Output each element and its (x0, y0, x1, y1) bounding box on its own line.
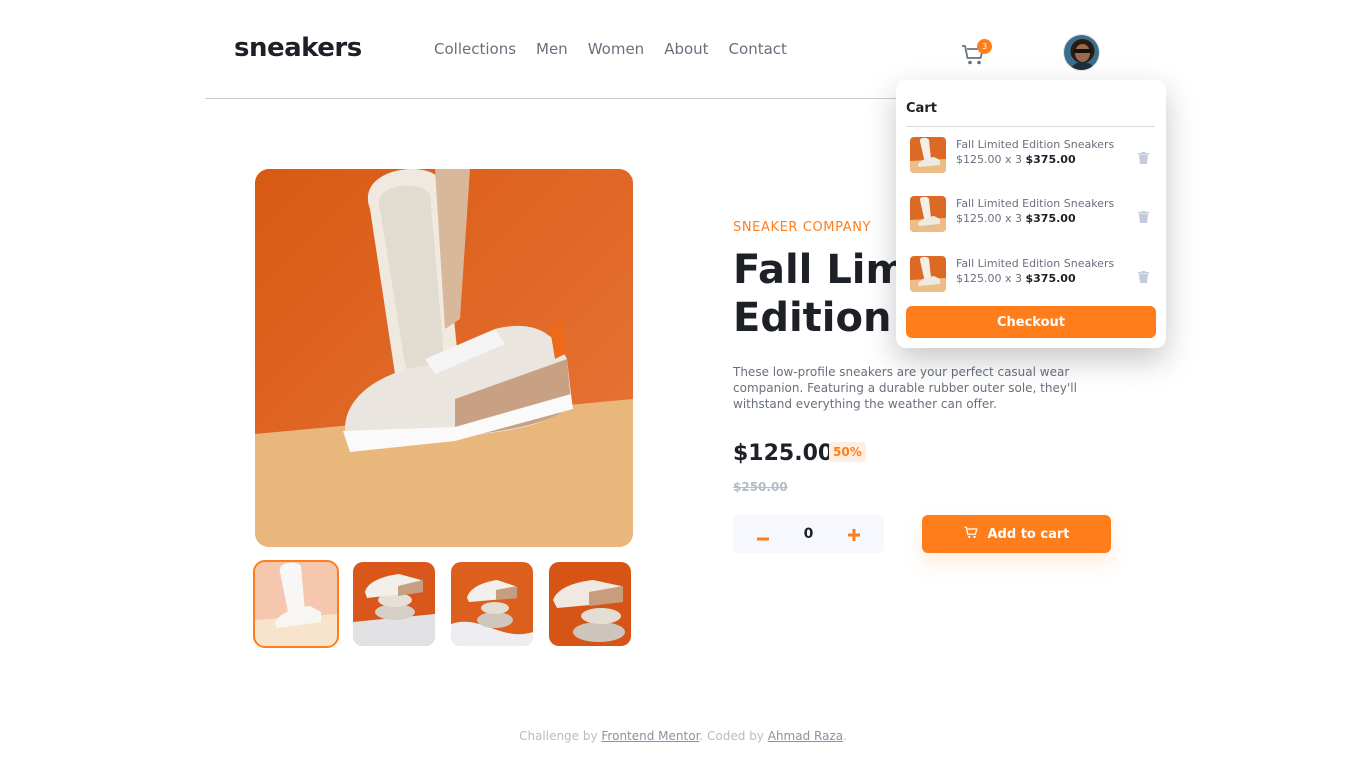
cart-count-badge: 3 (977, 39, 992, 54)
plus-icon[interactable] (844, 522, 864, 546)
original-price: $250.00 (733, 480, 788, 494)
product-description: These low-profile sneakers are your perf… (733, 365, 1077, 411)
cart-item: Fall Limited Edition Sneakers $125.00 x … (910, 256, 1155, 292)
cart-item-total: $375.00 (1025, 272, 1076, 285)
current-price: $125.00 (733, 441, 834, 466)
nav-about[interactable]: About (664, 40, 708, 58)
discount-badge: 50% (829, 442, 866, 462)
quantity-value: 0 (803, 526, 814, 542)
cart-divider (906, 126, 1155, 127)
cart-item-name: Fall Limited Edition Sneakers (956, 257, 1115, 270)
logo[interactable]: sneakers (234, 33, 362, 63)
cart-item-price: $125.00 x 3 $375.00 (956, 272, 1076, 285)
cart-icon (964, 526, 978, 543)
minus-icon[interactable] (753, 522, 773, 546)
author-link[interactable]: Ahmad Raza (768, 729, 843, 743)
cart-item-unit: $125.00 x 3 (956, 212, 1022, 225)
thumbnail-4[interactable] (549, 562, 631, 646)
thumbnail-strip (253, 560, 631, 648)
product-main-image[interactable] (255, 169, 633, 547)
cart-item-unit: $125.00 x 3 (956, 272, 1022, 285)
attribution-footer: Challenge by Frontend Mentor. Coded by A… (0, 729, 1366, 743)
cart-item-thumbnail (910, 137, 946, 173)
nav-contact[interactable]: Contact (729, 40, 787, 58)
avatar[interactable] (1063, 34, 1100, 71)
frontend-mentor-link[interactable]: Frontend Mentor (601, 729, 699, 743)
footer-text: . Coded by (699, 729, 768, 743)
cart-item-name: Fall Limited Edition Sneakers (956, 138, 1115, 151)
cart-item-price: $125.00 x 3 $375.00 (956, 212, 1076, 225)
company-label: SNEAKER COMPANY (733, 220, 872, 235)
add-to-cart-button[interactable]: Add to cart (922, 515, 1111, 553)
cart-title: Cart (906, 101, 937, 116)
cart-item-price: $125.00 x 3 $375.00 (956, 153, 1076, 166)
cart-dropdown: Cart Fall Limited Edition Sneakers $125.… (896, 80, 1166, 348)
trash-icon[interactable] (1138, 208, 1149, 223)
cart-item-unit: $125.00 x 3 (956, 153, 1022, 166)
cart-item-total: $375.00 (1025, 212, 1076, 225)
cart-item: Fall Limited Edition Sneakers $125.00 x … (910, 196, 1155, 232)
nav-women[interactable]: Women (588, 40, 644, 58)
thumbnail-3[interactable] (451, 562, 533, 646)
cart-item-total: $375.00 (1025, 153, 1076, 166)
cart-item-thumbnail (910, 196, 946, 232)
thumbnail-2[interactable] (353, 562, 435, 646)
footer-text: . (843, 729, 847, 743)
cart-item: Fall Limited Edition Sneakers $125.00 x … (910, 137, 1155, 173)
thumbnail-1[interactable] (253, 560, 339, 648)
nav-men[interactable]: Men (536, 40, 568, 58)
footer-text: Challenge by (519, 729, 602, 743)
trash-icon[interactable] (1138, 268, 1149, 283)
trash-icon[interactable] (1138, 149, 1149, 164)
nav-collections[interactable]: Collections (434, 40, 516, 58)
cart-item-name: Fall Limited Edition Sneakers (956, 197, 1115, 210)
checkout-button[interactable]: Checkout (906, 306, 1156, 338)
quantity-stepper: 0 (733, 515, 884, 553)
cart-item-thumbnail (910, 256, 946, 292)
main-nav: Collections Men Women About Contact (434, 40, 787, 58)
add-to-cart-label: Add to cart (987, 526, 1070, 542)
